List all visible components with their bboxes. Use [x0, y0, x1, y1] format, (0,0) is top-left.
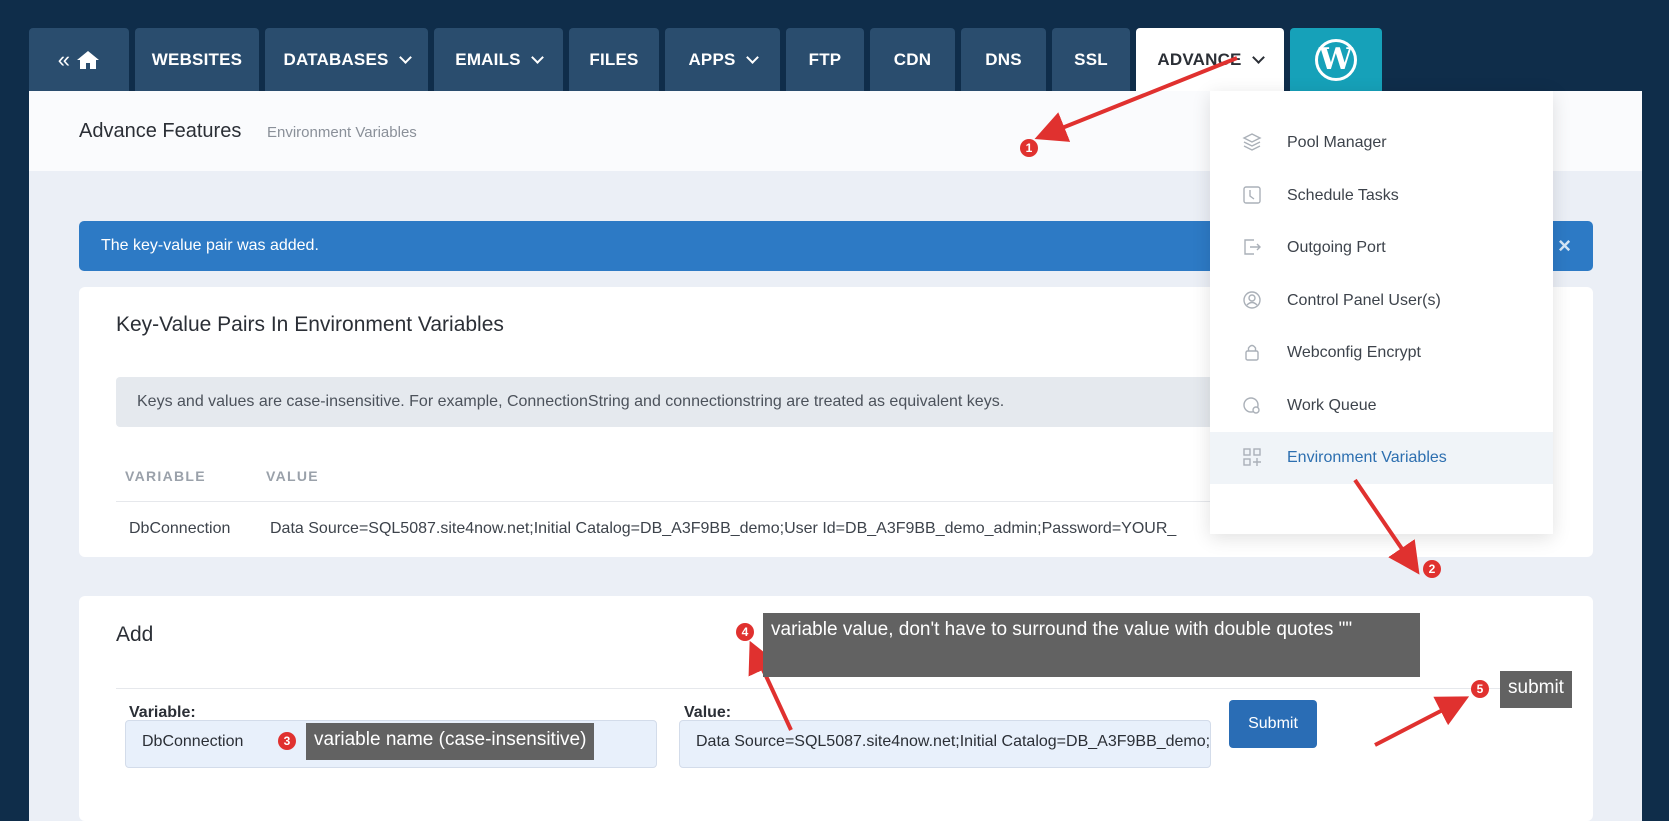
- chevron-down-icon: [398, 50, 412, 64]
- column-header-value: VALUE: [266, 468, 319, 484]
- pairs-card-title: Key-Value Pairs In Environment Variables: [116, 313, 504, 336]
- tab-wordpress[interactable]: W: [1290, 28, 1382, 91]
- layers-icon: [1242, 133, 1262, 151]
- info-text: Keys and values are case-insensitive. Fo…: [137, 393, 1005, 410]
- menu-item-label: Work Queue: [1287, 397, 1377, 414]
- table-cell-value: Data Source=SQL5087.site4now.net;Initial…: [270, 520, 1177, 537]
- menu-item-label: Environment Variables: [1287, 449, 1447, 466]
- submit-callout: submit: [1500, 671, 1572, 708]
- annotation-badge-4: 4: [736, 623, 754, 641]
- tab-apps[interactable]: APPS: [665, 28, 780, 91]
- tab-databases[interactable]: DATABASES: [265, 28, 428, 91]
- chevron-down-icon: [745, 50, 759, 64]
- tab-ssl[interactable]: SSL: [1052, 28, 1130, 91]
- menu-item-work-queue[interactable]: Work Queue: [1210, 380, 1553, 432]
- annotation-badge-5: 5: [1471, 680, 1489, 698]
- menu-item-label: Pool Manager: [1287, 134, 1387, 151]
- lock-icon: [1245, 344, 1259, 361]
- home-icon: [77, 50, 100, 69]
- tab-home[interactable]: «: [29, 28, 129, 91]
- menu-item-schedule-tasks[interactable]: Schedule Tasks: [1210, 170, 1553, 222]
- breadcrumb: Environment Variables: [267, 124, 417, 141]
- tab-label: SSL: [1074, 49, 1108, 69]
- tab-label: DATABASES: [283, 49, 389, 69]
- variable-value-callout: variable value, don't have to surround t…: [763, 613, 1420, 677]
- tab-websites[interactable]: WEBSITES: [135, 28, 259, 91]
- tab-label: CDN: [893, 49, 932, 69]
- menu-item-label: Schedule Tasks: [1287, 187, 1399, 204]
- advance-dropdown-menu: Pool Manager Schedule Tasks Outgoing Por…: [1210, 91, 1553, 534]
- chevron-down-icon: [530, 50, 544, 64]
- close-icon[interactable]: ×: [1558, 233, 1571, 259]
- divider: [116, 688, 1551, 689]
- value-input[interactable]: Data Source=SQL5087.site4now.net;Initial…: [679, 720, 1211, 768]
- variable-name-callout: variable name (case-insensitive): [306, 723, 595, 760]
- menu-item-label: Control Panel User(s): [1287, 292, 1441, 309]
- tab-label: EMAILS: [455, 49, 521, 69]
- tab-label: FTP: [808, 49, 842, 69]
- tab-advance[interactable]: ADVANCE: [1136, 28, 1284, 92]
- menu-item-outgoing-port[interactable]: Outgoing Port: [1210, 222, 1553, 274]
- tab-label: FILES: [589, 49, 639, 69]
- queue-icon: [1243, 397, 1260, 414]
- user-icon: [1243, 291, 1261, 309]
- menu-item-environment-variables[interactable]: Environment Variables: [1210, 432, 1553, 484]
- annotation-badge-3: 3: [278, 732, 296, 750]
- annotation-badge-2: 2: [1423, 560, 1441, 578]
- annotation-badge-1: 1: [1020, 139, 1038, 157]
- tab-label: APPS: [688, 49, 736, 69]
- menu-item-label: Webconfig Encrypt: [1287, 344, 1421, 361]
- add-card-title: Add: [116, 623, 154, 646]
- menu-item-label: Outgoing Port: [1287, 239, 1386, 256]
- alert-message: The key-value pair was added.: [101, 237, 319, 254]
- tab-label: ADVANCE: [1157, 50, 1242, 69]
- tab-label: WEBSITES: [151, 49, 243, 69]
- menu-item-webconfig-encrypt[interactable]: Webconfig Encrypt: [1210, 327, 1553, 379]
- tab-ftp[interactable]: FTP: [786, 28, 864, 91]
- collapse-icon: «: [57, 46, 71, 72]
- tab-cdn[interactable]: CDN: [870, 28, 955, 91]
- column-header-variable: VARIABLE: [125, 468, 206, 484]
- page-title: Advance Features: [79, 120, 242, 142]
- chevron-down-icon: [1251, 51, 1265, 64]
- submit-button[interactable]: Submit: [1229, 700, 1317, 748]
- tab-label: DNS: [985, 49, 1022, 69]
- exit-icon: [1244, 239, 1261, 255]
- menu-item-control-panel-users[interactable]: Control Panel User(s): [1210, 275, 1553, 327]
- menu-item-pool-manager[interactable]: Pool Manager: [1210, 117, 1553, 169]
- table-cell-variable: DbConnection: [129, 520, 231, 537]
- tab-emails[interactable]: EMAILS: [434, 28, 563, 91]
- tab-files[interactable]: FILES: [569, 28, 659, 91]
- tab-dns[interactable]: DNS: [961, 28, 1046, 91]
- wordpress-icon: W: [1315, 38, 1357, 81]
- grid-plus-icon: [1243, 448, 1261, 466]
- clock-icon: [1243, 186, 1261, 204]
